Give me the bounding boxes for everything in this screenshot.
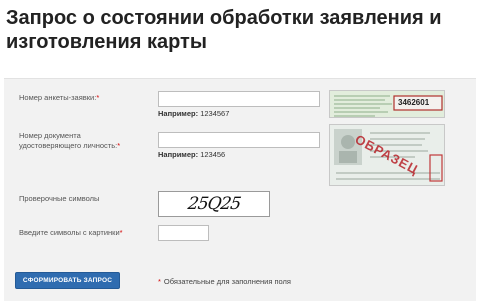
captcha-text: 25Q25 bbox=[186, 194, 242, 214]
document-sample-image: ОБРАЗЕЦ bbox=[329, 124, 445, 186]
example-value: 1234567 bbox=[200, 109, 230, 118]
application-sample-image: 3462601 bbox=[329, 90, 445, 118]
captcha-image: 25Q25 bbox=[158, 191, 270, 217]
example-prefix: Например: bbox=[158, 150, 199, 159]
submit-request-button[interactable]: СФОРМИРОВАТЬ ЗАПРОС bbox=[15, 272, 120, 289]
required-mark: * bbox=[158, 277, 161, 286]
captcha-input-label-text: Введите символы с картинки bbox=[19, 228, 120, 237]
document-number-label: Номер документа удостоверяющего личность… bbox=[19, 131, 120, 151]
application-number-label-text: Номер анкеты-заявки: bbox=[19, 93, 97, 102]
captcha-label: Проверочные символы bbox=[19, 194, 100, 203]
document-number-example: Например: 123456 bbox=[158, 150, 225, 159]
page-title: Запрос о состоянии обработки заявления и… bbox=[6, 7, 442, 53]
application-sample-number: 3462601 bbox=[398, 98, 430, 107]
required-fields-note: * Обязательные для заполнения поля bbox=[158, 277, 291, 286]
document-number-label-line2: удостоверяющего личность: bbox=[19, 141, 118, 150]
captcha-input-label: Введите символы с картинки* bbox=[19, 228, 123, 238]
application-number-example: Например: 1234567 bbox=[158, 109, 229, 118]
application-number-input[interactable] bbox=[158, 91, 320, 107]
captcha-input[interactable] bbox=[158, 225, 209, 241]
application-number-label: Номер анкеты-заявки:* bbox=[19, 93, 99, 103]
document-number-input[interactable] bbox=[158, 132, 320, 148]
required-mark: * bbox=[117, 141, 121, 150]
example-prefix: Например: bbox=[158, 109, 199, 118]
required-note-text: Обязательные для заполнения поля bbox=[163, 277, 291, 286]
document-number-label-line1: Номер документа bbox=[19, 131, 81, 140]
required-mark: * bbox=[96, 93, 100, 102]
required-mark: * bbox=[119, 228, 123, 237]
example-value: 123456 bbox=[200, 150, 226, 159]
